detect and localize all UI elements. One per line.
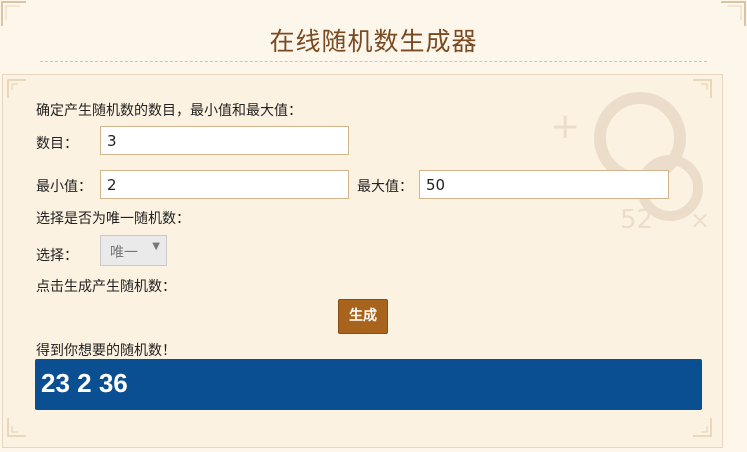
divider [40, 61, 707, 62]
unique-prompt-label: 选择是否为唯一随机数： [36, 211, 190, 227]
svg-text:52: 52 [620, 205, 653, 235]
intro-label: 确定产生随机数的数目，最小值和最大值： [36, 103, 302, 119]
svg-text:×: × [690, 206, 710, 234]
min-label: 最小值： [36, 179, 92, 195]
result-prompt-label: 得到你想要的随机数！ [36, 343, 176, 359]
math-decoration-image: + ÷ 52 × [520, 78, 730, 248]
corner-ornament-icon [6, 416, 34, 444]
random-number-generator-page: 在线随机数生成器 + ÷ 52 × 确定产生随机数的数目，最小值和最大值： 数目… [0, 0, 747, 452]
page-title: 在线随机数生成器 [269, 27, 478, 56]
select-label: 选择： [36, 248, 78, 264]
generate-button[interactable]: 生成 [338, 299, 388, 334]
count-input[interactable]: 3 [100, 126, 349, 155]
min-input[interactable]: 2 [100, 170, 349, 199]
corner-ornament-icon [691, 416, 719, 444]
chevron-down-icon: ▼ [152, 241, 160, 252]
result-output: 23 2 36 [35, 359, 702, 410]
header: 在线随机数生成器 [0, 0, 747, 66]
max-input[interactable]: 50 [419, 170, 669, 199]
max-label: 最大值： [357, 179, 413, 195]
unique-select[interactable]: 唯一 ▼ [100, 235, 167, 266]
svg-text:+: + [550, 106, 580, 147]
count-label: 数目： [36, 136, 78, 152]
generate-prompt-label: 点击生成产生随机数： [36, 279, 176, 295]
corner-ornament-icon [6, 78, 34, 106]
select-value: 唯一 [110, 245, 138, 261]
